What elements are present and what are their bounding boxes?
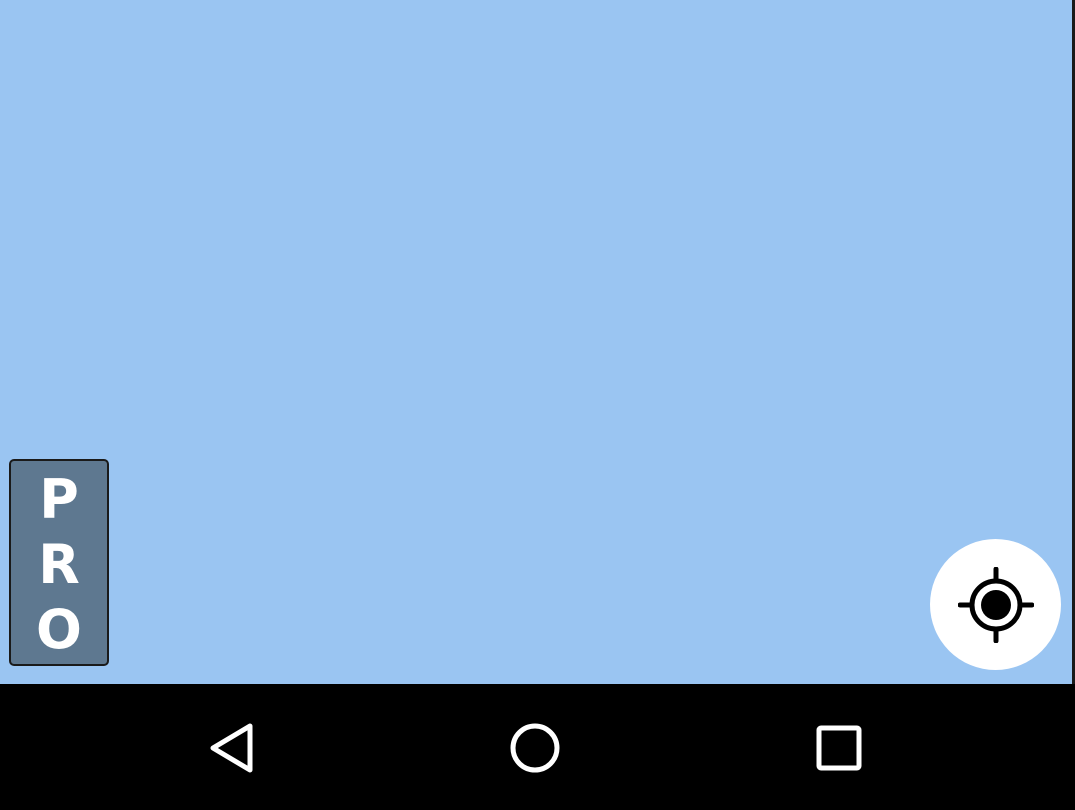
back-triangle-icon [210, 723, 253, 773]
pro-letter-p: P [39, 467, 79, 531]
system-navigation-bar [0, 684, 1075, 810]
app-screen: P R O [0, 0, 1075, 810]
home-circle-icon [510, 723, 560, 773]
pro-letter-o: O [36, 597, 82, 661]
nav-back-button[interactable] [201, 716, 265, 780]
my-location-icon [957, 566, 1034, 643]
recents-square-icon [816, 725, 862, 771]
pro-letter-r: R [38, 532, 80, 596]
my-location-button[interactable] [930, 539, 1061, 670]
map-area[interactable] [0, 0, 1072, 684]
nav-home-button[interactable] [503, 716, 567, 780]
pro-upgrade-button[interactable]: P R O [9, 459, 109, 666]
nav-recents-button[interactable] [807, 716, 871, 780]
